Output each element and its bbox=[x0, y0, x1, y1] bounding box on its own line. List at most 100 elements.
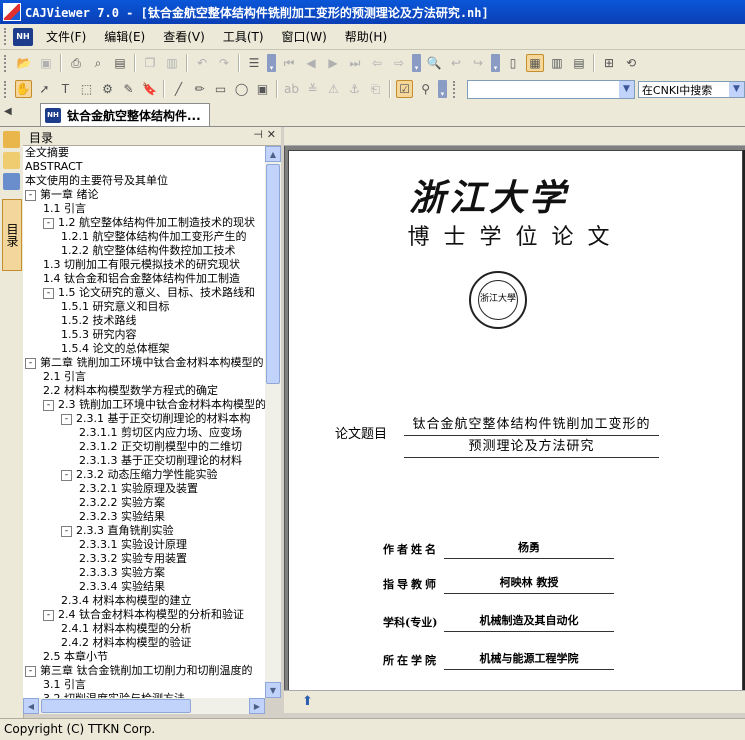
collapse-toggle-icon[interactable]: - bbox=[61, 525, 72, 537]
toc-item[interactable]: -2.3.2 动态压缩力学性能实验 bbox=[61, 468, 218, 482]
annotation-tool-icon[interactable]: ▣ bbox=[254, 80, 271, 98]
chevron-down-icon[interactable]: ▼ bbox=[728, 81, 744, 97]
collapse-toggle-icon[interactable]: - bbox=[43, 609, 54, 621]
rectangle-tool-icon[interactable]: ▭ bbox=[212, 80, 229, 98]
toc-vertical-scrollbar[interactable]: ▲ ▼ bbox=[265, 146, 281, 698]
highlight-icon[interactable]: ✎ bbox=[120, 80, 137, 98]
toc-item[interactable]: 2.3.3.2 实验专用装置 bbox=[79, 552, 187, 566]
note-icon[interactable]: ☑ bbox=[396, 80, 414, 98]
toc-item[interactable]: 1.2.2 航空整体结构件数控加工技术 bbox=[61, 244, 235, 258]
document-menu-icon[interactable]: NH bbox=[13, 27, 33, 46]
toc-item[interactable]: - 第二章 铣削加工环境中钛合金材料本构模型的 bbox=[25, 356, 264, 370]
paste-icon[interactable]: ▥ bbox=[163, 54, 181, 72]
toc-item[interactable]: -2.3.3 直角铣削实验 bbox=[61, 524, 174, 538]
properties-icon[interactable]: ☰ bbox=[245, 54, 263, 72]
scroll-left-icon[interactable]: ◀ bbox=[23, 698, 39, 714]
close-icon[interactable]: ✕ bbox=[267, 128, 276, 141]
first-page-icon[interactable]: ⏮ bbox=[280, 54, 298, 72]
search-engine-select[interactable]: 在CNKI中搜索 ▼ bbox=[637, 80, 745, 98]
collapse-toggle-icon[interactable]: - bbox=[25, 189, 36, 201]
continuous-page-icon[interactable]: ▦ bbox=[526, 54, 544, 72]
toc-item[interactable]: - 第一章 绪论 bbox=[25, 188, 99, 202]
print-preview-icon[interactable]: ⌕ bbox=[89, 54, 107, 72]
undo-icon[interactable]: ↶ bbox=[193, 54, 211, 72]
pin-icon[interactable]: ⊣ bbox=[253, 128, 263, 141]
pencil-tool-icon[interactable]: ✏ bbox=[191, 80, 208, 98]
toc-item[interactable]: 2.4.2 材料本构模型的验证 bbox=[61, 636, 192, 650]
toc-item[interactable]: 2.3.3.4 实验结果 bbox=[79, 580, 165, 594]
back-icon[interactable]: ⇦ bbox=[368, 54, 386, 72]
toc-item[interactable]: ABSTRACT bbox=[25, 160, 83, 174]
hand-tool-icon[interactable]: ✋ bbox=[14, 80, 32, 98]
toolbar-overflow-chevron-icon[interactable]: ▾ bbox=[491, 54, 500, 72]
toolbar-overflow-chevron-icon[interactable]: ▾ bbox=[412, 54, 421, 72]
underline-icon[interactable]: ≚ bbox=[304, 80, 321, 98]
scroll-right-icon[interactable]: ▶ bbox=[249, 698, 265, 714]
scrollbar-thumb[interactable] bbox=[266, 164, 280, 384]
redo-icon[interactable]: ↷ bbox=[215, 54, 233, 72]
toc-item[interactable]: 2.3.3.3 实验方案 bbox=[79, 566, 165, 580]
toc-horizontal-scrollbar[interactable]: ◀ ▶ bbox=[23, 698, 265, 714]
ellipse-tool-icon[interactable]: ◯ bbox=[233, 80, 250, 98]
toolbar-grip[interactable] bbox=[4, 54, 9, 72]
toolbar-overflow-chevron-icon[interactable]: ▾ bbox=[438, 80, 447, 98]
options-icon[interactable]: ⚲ bbox=[417, 80, 434, 98]
toc-item[interactable]: 2.3.2.3 实验结果 bbox=[79, 510, 165, 524]
toc-vertical-tab[interactable]: 目录 bbox=[2, 199, 22, 271]
toolbar-overflow-chevron-icon[interactable]: ▾ bbox=[267, 54, 276, 72]
toc-item[interactable]: 3.1 引言 bbox=[43, 678, 86, 692]
toc-item[interactable]: 1.4 钛合金和铝合金整体结构件加工制造 bbox=[43, 272, 240, 286]
toc-item[interactable]: 本文使用的主要符号及其单位 bbox=[25, 174, 168, 188]
annotation-list-icon[interactable] bbox=[3, 131, 20, 148]
toc-item[interactable]: -2.3 铣削加工环境中钛合金材料本构模型的 bbox=[43, 398, 265, 412]
page-setup-icon[interactable]: ▤ bbox=[111, 54, 129, 72]
tab-document[interactable]: NH 钛合金航空整体结构件... bbox=[40, 103, 210, 126]
toc-item[interactable]: -2.4 钛合金材料本构模型的分析和验证 bbox=[43, 608, 244, 622]
forward-icon[interactable]: ⇨ bbox=[390, 54, 408, 72]
toc-item[interactable]: - 第三章 钛合金铣削加工切削力和切削温度的 bbox=[25, 664, 253, 678]
toc-item[interactable]: -2.3.1 基于正交切削理论的材料本构 bbox=[61, 412, 250, 426]
menubar-grip[interactable] bbox=[4, 28, 9, 45]
toc-item[interactable]: 1.5.3 研究内容 bbox=[61, 328, 137, 342]
copy-icon[interactable]: ❐ bbox=[141, 54, 159, 72]
toc-item[interactable]: 1.5.4 论文的总体框架 bbox=[61, 342, 170, 356]
page-up-icon[interactable]: ⬆ bbox=[302, 694, 313, 709]
toc-item[interactable]: 1.5.2 技术路线 bbox=[61, 314, 137, 328]
next-page-icon[interactable]: ▶ bbox=[324, 54, 342, 72]
last-page-icon[interactable]: ⏭ bbox=[346, 54, 364, 72]
text-select-icon[interactable]: T bbox=[57, 80, 74, 98]
bookmark-icon[interactable]: 🔖 bbox=[141, 80, 158, 98]
find-next-icon[interactable]: ↪ bbox=[469, 54, 487, 72]
toc-item[interactable]: -1.2 航空整体结构件加工制造技术的现状 bbox=[43, 216, 255, 230]
toc-item[interactable]: 2.4.1 材料本构模型的分析 bbox=[61, 622, 192, 636]
fit-page-icon[interactable]: ⊞ bbox=[600, 54, 618, 72]
collapse-toggle-icon[interactable]: - bbox=[25, 665, 36, 677]
toc-item[interactable]: 2.5 本章小节 bbox=[43, 650, 108, 664]
collapse-toggle-icon[interactable]: - bbox=[43, 217, 54, 229]
toc-item[interactable]: 2.2 材料本构模型数学方程式的确定 bbox=[43, 384, 218, 398]
menu-file[interactable]: 文件(F) bbox=[37, 26, 95, 47]
scroll-down-icon[interactable]: ▼ bbox=[265, 682, 281, 698]
toc-item[interactable]: 1.3 切削加工有限元模拟技术的研究现状 bbox=[43, 258, 240, 272]
previous-page-icon[interactable]: ◀ bbox=[302, 54, 320, 72]
facing-pages-icon[interactable]: ▥ bbox=[548, 54, 566, 72]
save-icon[interactable]: ▣ bbox=[37, 54, 55, 72]
toolbar-grip[interactable] bbox=[452, 80, 458, 98]
collapse-toggle-icon[interactable]: - bbox=[25, 357, 36, 369]
line-tool-icon[interactable]: ╱ bbox=[170, 80, 187, 98]
collapse-toggle-icon[interactable]: - bbox=[43, 287, 54, 299]
collapse-toggle-icon[interactable]: - bbox=[61, 413, 72, 425]
anchor-icon[interactable]: ⚓ bbox=[346, 80, 363, 98]
app-icon[interactable] bbox=[3, 3, 21, 21]
ocr-icon[interactable]: ⚙ bbox=[99, 80, 116, 98]
toc-item[interactable]: 2.1 引言 bbox=[43, 370, 86, 384]
tab-scroll-left-icon[interactable]: ◀ bbox=[4, 106, 12, 117]
toc-item[interactable]: 2.3.2.2 实验方案 bbox=[79, 496, 165, 510]
toolbar-grip[interactable] bbox=[4, 80, 9, 98]
find-previous-icon[interactable]: ↩ bbox=[447, 54, 465, 72]
menu-view[interactable]: 查看(V) bbox=[154, 26, 214, 47]
toc-item[interactable]: -1.5 论文研究的意义、目标、技术路线和 bbox=[43, 286, 255, 300]
thumbnail-icon[interactable] bbox=[3, 173, 20, 190]
stamp-icon[interactable]: ⎗ bbox=[367, 80, 384, 98]
pen-notes-icon[interactable] bbox=[3, 152, 20, 169]
